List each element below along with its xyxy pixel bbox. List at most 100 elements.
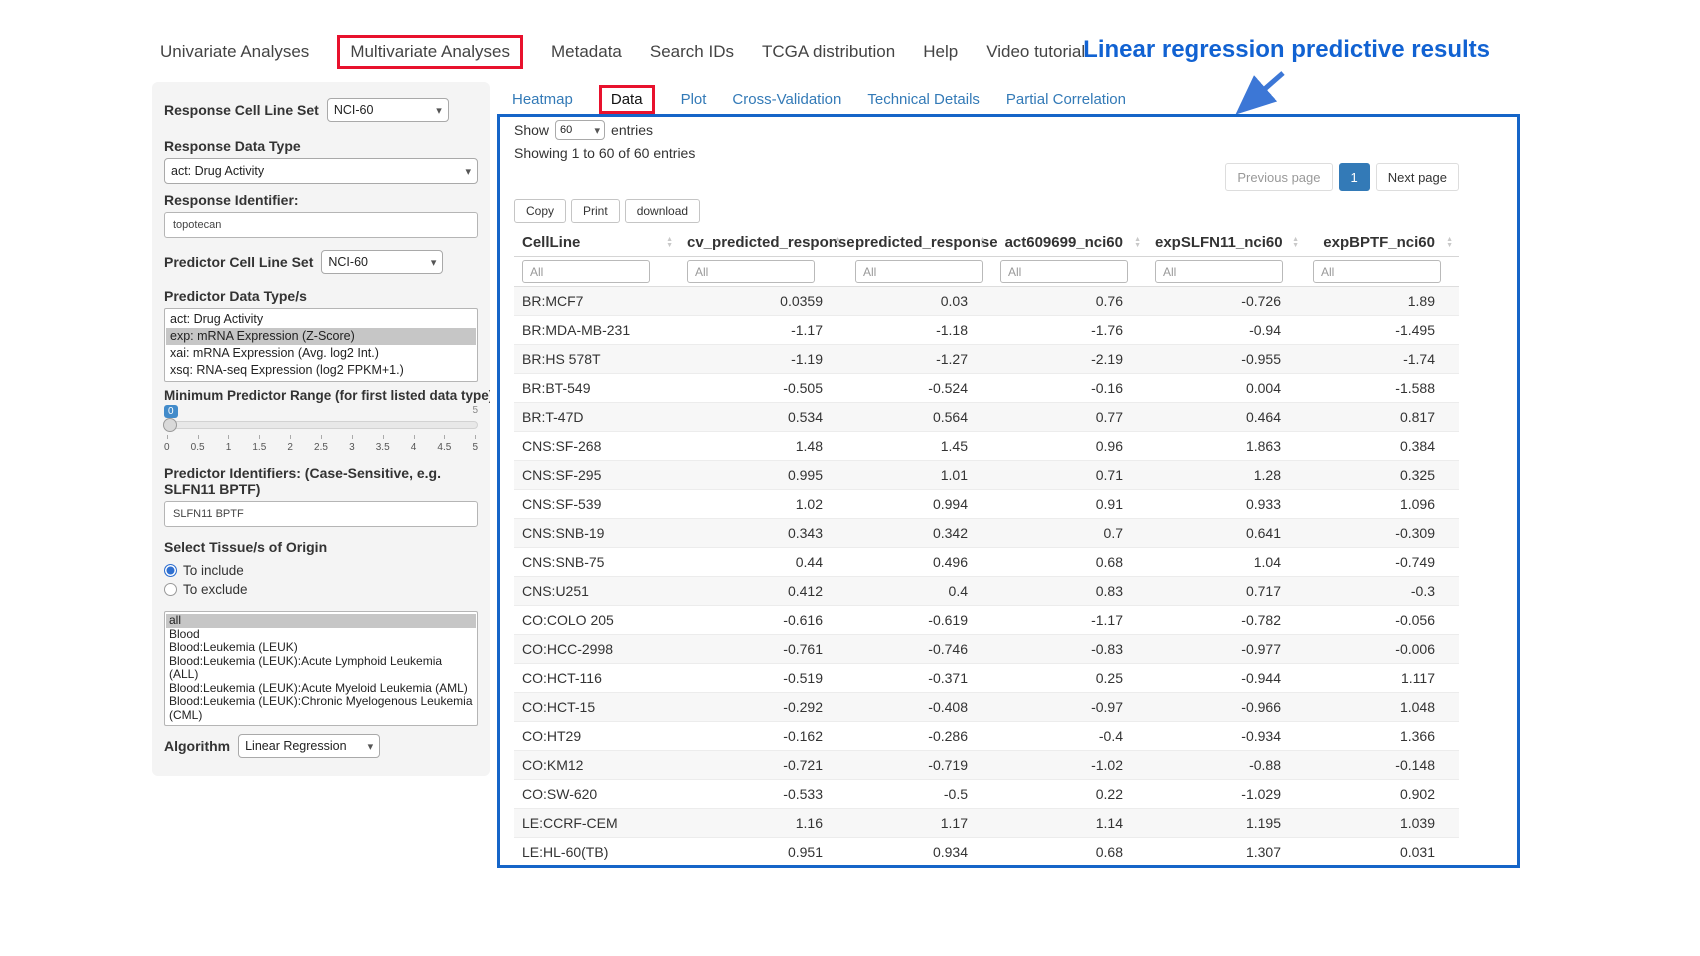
nav-help[interactable]: Help	[923, 42, 958, 62]
column-filter-input[interactable]	[855, 260, 983, 283]
column-header[interactable]: cv_predicted_response ▲▼	[679, 234, 847, 251]
tissue-option[interactable]: Blood	[166, 628, 476, 642]
column-header[interactable]: predicted_response ▲▼	[847, 234, 992, 251]
tab-plot[interactable]: Plot	[681, 91, 707, 108]
value-cell: 1.16	[679, 815, 847, 831]
value-cell: -0.934	[1147, 728, 1305, 744]
table-row: BR:BT-549-0.505-0.524-0.160.004-1.588	[514, 374, 1459, 403]
value-cell: 1.04	[1147, 554, 1305, 570]
data-type-option[interactable]: xsq: RNA-seq Expression (log2 FPKM+1.)	[166, 362, 476, 379]
show-entries-control: Show 60 ▾ entries	[514, 119, 1473, 141]
value-cell: -0.619	[847, 612, 992, 628]
slider-tick-label: 3.5	[376, 435, 390, 453]
page-number-button[interactable]: 1	[1339, 163, 1370, 191]
sort-icon: ▲▼	[1446, 237, 1453, 249]
column-filter-input[interactable]	[1155, 260, 1283, 283]
cell-line-cell: CO:COLO 205	[514, 612, 679, 628]
value-cell: -0.616	[679, 612, 847, 628]
tissue-option[interactable]: Blood:Leukemia (LEUK):Acute Lymphoid Leu…	[166, 655, 476, 682]
radio-icon	[164, 564, 177, 577]
previous-page-button[interactable]: Previous page	[1225, 163, 1332, 191]
value-cell: 0.22	[992, 786, 1147, 802]
sort-icon: ▲▼	[1292, 237, 1299, 249]
tissue-of-origin-label: Select Tissue/s of Origin	[164, 539, 478, 555]
tissue-option[interactable]: all	[166, 614, 476, 628]
value-cell: 1.366	[1305, 728, 1459, 744]
column-filter-input[interactable]	[1000, 260, 1128, 283]
nav-item-label: Metadata	[551, 42, 622, 61]
slider-track[interactable]	[164, 421, 478, 429]
tab-cross-validation[interactable]: Cross-Validation	[732, 91, 841, 108]
value-cell: 0.03	[847, 293, 992, 309]
cell-line-cell: CNS:SF-295	[514, 467, 679, 483]
value-cell: 0.77	[992, 409, 1147, 425]
value-cell: 0.91	[992, 496, 1147, 512]
value-cell: -0.408	[847, 699, 992, 715]
value-cell: -1.74	[1305, 351, 1459, 367]
algorithm-select[interactable]: Linear Regression ▾	[238, 734, 380, 758]
value-cell: 0.031	[1305, 844, 1459, 860]
nav-metadata[interactable]: Metadata	[551, 42, 622, 62]
response-cell-line-set-select[interactable]: NCI-60 ▾	[327, 98, 449, 122]
tissue-option[interactable]: Blood:Leukemia (LEUK)	[166, 641, 476, 655]
column-header-label: expBPTF_nci60	[1323, 234, 1435, 251]
column-header[interactable]: act609699_nci60 ▲▼	[992, 234, 1147, 251]
tab-technical-details[interactable]: Technical Details	[867, 91, 980, 108]
data-type-option[interactable]: act: Drug Activity	[166, 311, 476, 328]
tissue-option[interactable]: Blood:Leukemia (LEUK):Chronic Myelogenou…	[166, 695, 476, 722]
nav-univariate-analyses[interactable]: Univariate Analyses	[160, 42, 309, 62]
column-filter-input[interactable]	[522, 260, 650, 283]
data-table: CellLine ▲▼ cv_predicted_response ▲▼ pre…	[514, 229, 1459, 867]
nav-item-label: Help	[923, 42, 958, 61]
table-row: CO:HCT-116-0.519-0.3710.25-0.9441.117	[514, 664, 1459, 693]
value-cell: -0.955	[1147, 351, 1305, 367]
slider-handle[interactable]	[163, 418, 177, 432]
data-type-option[interactable]: xai: mRNA Expression (Avg. log2 Int.)	[166, 345, 476, 362]
slider-tick-label: 4	[411, 435, 417, 453]
tissue-option[interactable]: Blood:Leukemia (LEUK):Acute Myeloid Leuk…	[166, 682, 476, 696]
filter-cell	[514, 260, 679, 283]
column-filter-input[interactable]	[1313, 260, 1441, 283]
column-header-label: predicted_response	[855, 234, 998, 251]
nav-multivariate-analyses[interactable]: Multivariate Analyses	[337, 35, 523, 69]
value-cell: 0.004	[1147, 380, 1305, 396]
nav-tcga-distribution[interactable]: TCGA distribution	[762, 42, 895, 62]
annotation-arrow-icon	[1228, 68, 1290, 120]
value-cell: 0.68	[992, 844, 1147, 860]
table-row: BR:T-47D0.5340.5640.770.4640.817	[514, 403, 1459, 432]
value-cell: 1.117	[1305, 670, 1459, 686]
column-header[interactable]: expBPTF_nci60 ▲▼	[1305, 234, 1459, 251]
tissue-radio-label: To include	[183, 563, 244, 578]
download-button[interactable]: download	[625, 199, 700, 223]
print-button[interactable]: Print	[571, 199, 620, 223]
slider-tick-label: 5	[472, 435, 478, 453]
predictor-cell-line-set-label: Predictor Cell Line Set	[164, 254, 313, 270]
slider-tick-label: 4.5	[437, 435, 451, 453]
value-cell: -0.749	[1305, 554, 1459, 570]
tab-data[interactable]: Data	[599, 85, 655, 114]
response-data-type-select[interactable]: act: Drug Activity ▾	[164, 158, 478, 184]
tab-heatmap[interactable]: Heatmap	[512, 91, 573, 108]
response-identifier-input[interactable]	[164, 212, 478, 238]
next-page-button[interactable]: Next page	[1376, 163, 1459, 191]
show-entries-select[interactable]: 60 ▾	[555, 120, 605, 140]
tissue-radio-option[interactable]: To exclude	[164, 580, 478, 599]
slider-tick-label: 0	[164, 435, 170, 453]
column-filter-input[interactable]	[687, 260, 815, 283]
copy-button[interactable]: Copy	[514, 199, 566, 223]
nav-search-ids[interactable]: Search IDs	[650, 42, 734, 62]
column-header[interactable]: expSLFN11_nci60 ▲▼	[1147, 234, 1305, 251]
tab-partial-correlation[interactable]: Partial Correlation	[1006, 91, 1126, 108]
algorithm-value: Linear Regression	[245, 739, 346, 753]
chevron-down-icon: ▾	[465, 165, 471, 178]
column-header[interactable]: CellLine ▲▼	[514, 234, 679, 251]
result-tabs: Heatmap Data Plot Cross-Validation Techn…	[512, 84, 1126, 114]
value-cell: -0.309	[1305, 525, 1459, 541]
table-row: CO:SW-620-0.533-0.50.22-1.0290.902	[514, 780, 1459, 809]
predictor-cell-line-set-select[interactable]: NCI-60 ▾	[321, 250, 443, 274]
tissue-radio-option[interactable]: To include	[164, 561, 478, 580]
chevron-down-icon: ▾	[436, 104, 442, 117]
predictor-identifiers-input[interactable]	[164, 501, 478, 527]
data-type-option[interactable]: exp: mRNA Expression (Z-Score)	[166, 328, 476, 345]
chevron-down-icon: ▾	[595, 124, 601, 137]
